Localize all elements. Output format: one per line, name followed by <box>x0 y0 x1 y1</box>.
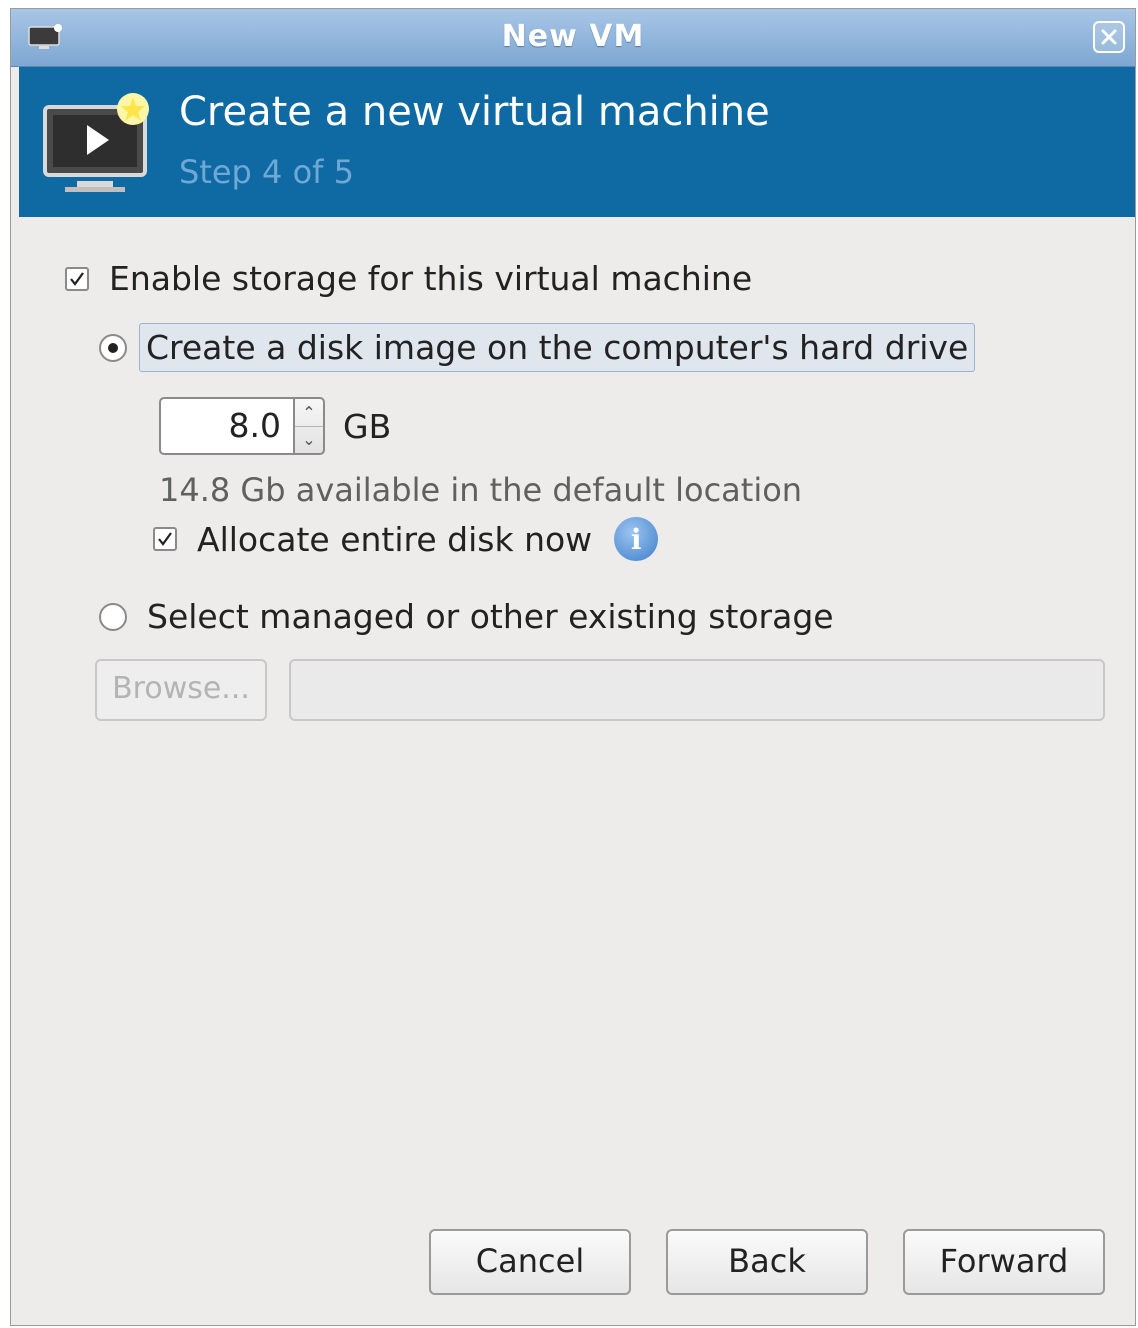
decrement-icon[interactable]: ⌄ <box>295 425 323 454</box>
allocate-row[interactable]: Allocate entire disk now i <box>153 517 659 561</box>
increment-icon[interactable]: ⌃ <box>295 399 323 426</box>
wizard-heading: Create a new virtual machine <box>179 89 770 135</box>
disk-size-field[interactable]: 8.0 <box>159 397 293 455</box>
back-button[interactable]: Back <box>666 1229 868 1295</box>
new-vm-dialog: New VM Create a new virtual machine Step… <box>10 8 1136 1326</box>
storage-path-field[interactable] <box>289 659 1105 721</box>
enable-storage-label: Enable storage for this virtual machine <box>109 259 753 298</box>
checkmark-icon <box>158 532 172 546</box>
window-title: New VM <box>501 19 645 54</box>
allocate-disk-checkbox[interactable] <box>153 527 177 551</box>
enable-storage-checkbox[interactable] <box>65 266 89 291</box>
wizard-step: Step 4 of 5 <box>179 153 354 191</box>
create-disk-row[interactable]: Create a disk image on the computer's ha… <box>99 323 976 372</box>
allocate-disk-label: Allocate entire disk now <box>197 519 593 559</box>
cancel-button[interactable]: Cancel <box>429 1229 631 1295</box>
size-unit-label: GB <box>343 407 392 446</box>
create-disk-radio[interactable] <box>99 333 127 362</box>
title-bar[interactable]: New VM <box>11 9 1135 67</box>
forward-button[interactable]: Forward <box>903 1229 1105 1295</box>
create-disk-label: Create a disk image on the computer's ha… <box>139 323 976 372</box>
close-icon <box>1101 29 1117 45</box>
enable-storage-row[interactable]: Enable storage for this virtual machine <box>65 259 752 298</box>
browse-button[interactable]: Browse... <box>95 659 267 721</box>
wizard-header: Create a new virtual machine Step 4 of 5 <box>19 67 1135 217</box>
existing-storage-radio[interactable] <box>99 602 127 631</box>
checkmark-icon <box>70 271 84 286</box>
existing-storage-label: Select managed or other existing storage <box>147 597 834 636</box>
close-button[interactable] <box>1093 21 1125 53</box>
spinner-arrows[interactable]: ⌃ ⌄ <box>293 397 325 455</box>
existing-storage-row[interactable]: Select managed or other existing storage <box>99 597 834 636</box>
new-vm-icon <box>43 93 149 192</box>
available-space-text: 14.8 Gb available in the default locatio… <box>159 471 803 509</box>
info-icon[interactable]: i <box>614 517 659 561</box>
disk-size-spinner[interactable]: 8.0 ⌃ ⌄ <box>159 397 327 457</box>
